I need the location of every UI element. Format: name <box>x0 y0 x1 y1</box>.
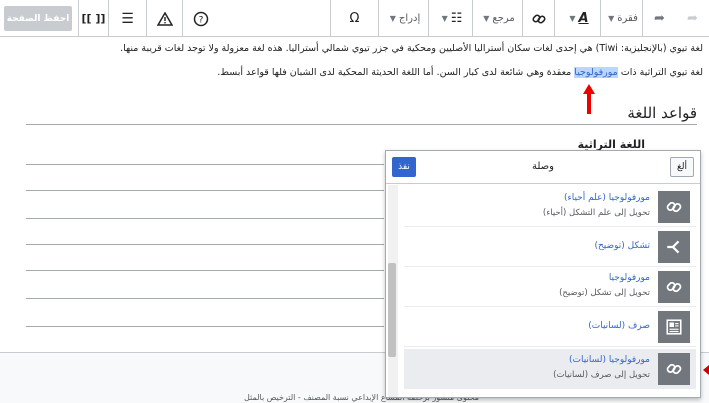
result-title: مورفولوجيا (لسانيات) <box>568 355 650 365</box>
paragraph-format-menu[interactable]: ▼ فقرة <box>600 0 642 37</box>
redo-button[interactable]: ➦ <box>676 0 709 37</box>
table-line <box>26 270 384 271</box>
text-style-menu[interactable]: ▼ A <box>554 0 600 37</box>
cite-menu[interactable]: ▼ مرجع <box>472 0 522 37</box>
insert-menu[interactable]: ▼ إدراج <box>378 0 428 37</box>
result-description: تحويل إلى صرف (لسانيات) <box>553 370 650 380</box>
link-icon <box>531 13 546 24</box>
article-icon <box>658 311 690 343</box>
scrollbar-thumb[interactable] <box>388 263 396 357</box>
result-description: تحويل إلى علم التشكل (أحياء) <box>542 208 650 218</box>
help-icon: ? <box>193 11 208 26</box>
save-page-button[interactable]: احفظ الصفحة <box>4 6 72 31</box>
paragraph-2[interactable]: لغة تيوي التراثية ذات مورفولوجيا معقدة و… <box>217 66 703 80</box>
special-character-button[interactable]: Ω <box>330 0 378 37</box>
table-line <box>26 218 384 219</box>
svg-text:?: ? <box>198 15 203 25</box>
omega-icon: Ω <box>349 11 360 26</box>
cancel-button[interactable]: ألغ <box>670 157 694 177</box>
chevron-down-icon: ▼ <box>441 14 448 23</box>
table-line <box>26 298 384 299</box>
result-title: تشكل (توضيح) <box>594 241 650 251</box>
table-line <box>26 190 384 191</box>
result-title: مورفولوجيا (علم أحياء) <box>563 193 650 203</box>
chevron-down-icon: ▼ <box>483 14 490 23</box>
annotation-pointer-icon <box>703 365 709 375</box>
chevron-down-icon: ▼ <box>608 14 615 23</box>
table-line <box>26 326 384 327</box>
redo-icon: ➦ <box>687 11 698 26</box>
warning-icon <box>156 11 173 26</box>
link-inspector-dialog: نفذ وصلة ألغ مورفولوجيا (علم أحياء) تحوي… <box>385 150 701 398</box>
wikitext-switch-button[interactable]: [[ ]] <box>78 0 108 37</box>
list-menu[interactable]: ▼ ☷ <box>428 0 472 37</box>
text-style-icon: A <box>578 11 589 26</box>
search-result-item[interactable]: مورفولوجيا تحويل إلى تشكل (توضيح) <box>404 267 696 307</box>
redirect-icon <box>658 353 690 385</box>
dialog-title: وصلة <box>532 161 554 172</box>
paragraph-1[interactable]: لغة تيوي (بالإنجليزية: Tiwi) هي إحدى لغا… <box>120 42 703 56</box>
brackets-icon: [[ ]] <box>81 12 106 25</box>
search-result-item[interactable]: تشكل (توضيح) <box>404 227 696 267</box>
undo-icon: ➦ <box>654 11 665 26</box>
page-options-button[interactable] <box>146 0 182 37</box>
table-line <box>26 164 384 165</box>
selected-text[interactable]: مورفولوجيا <box>574 67 618 78</box>
table-line <box>26 244 384 245</box>
help-button[interactable]: ? <box>182 0 218 37</box>
chevron-down-icon: ▼ <box>569 14 576 23</box>
redirect-icon <box>658 191 690 223</box>
search-result-item[interactable]: مورفولوجيا (علم أحياء) تحويل إلى علم الت… <box>404 187 696 227</box>
redirect-icon <box>658 271 690 303</box>
hamburger-icon: ☰ <box>121 10 134 27</box>
chevron-down-icon: ▼ <box>389 14 396 23</box>
undo-button[interactable]: ➦ <box>642 0 676 37</box>
search-result-item[interactable]: صرف (لسانيات) <box>404 307 696 347</box>
disambiguation-icon <box>658 231 690 263</box>
result-title: صرف (لسانيات) <box>588 321 650 331</box>
bulleted-list-icon: ☷ <box>450 11 463 26</box>
link-button[interactable] <box>522 0 554 37</box>
menu-button[interactable]: ☰ <box>108 0 146 37</box>
search-result-item-selected[interactable]: مورفولوجيا (لسانيات) تحويل إلى صرف (لسان… <box>404 349 696 389</box>
section-heading[interactable]: قواعد اللغة <box>627 104 697 122</box>
editor-toolbar: احفظ الصفحة [[ ]] ☰ ? Ω ▼ إدراج ▼ ☷ ▼ مر… <box>0 0 709 37</box>
heading-divider <box>26 124 697 125</box>
result-title: مورفولوجيا <box>608 273 650 283</box>
annotation-arrow-icon <box>583 84 595 114</box>
result-description: تحويل إلى تشكل (توضيح) <box>559 288 650 298</box>
dialog-header: نفذ وصلة ألغ <box>386 151 700 184</box>
